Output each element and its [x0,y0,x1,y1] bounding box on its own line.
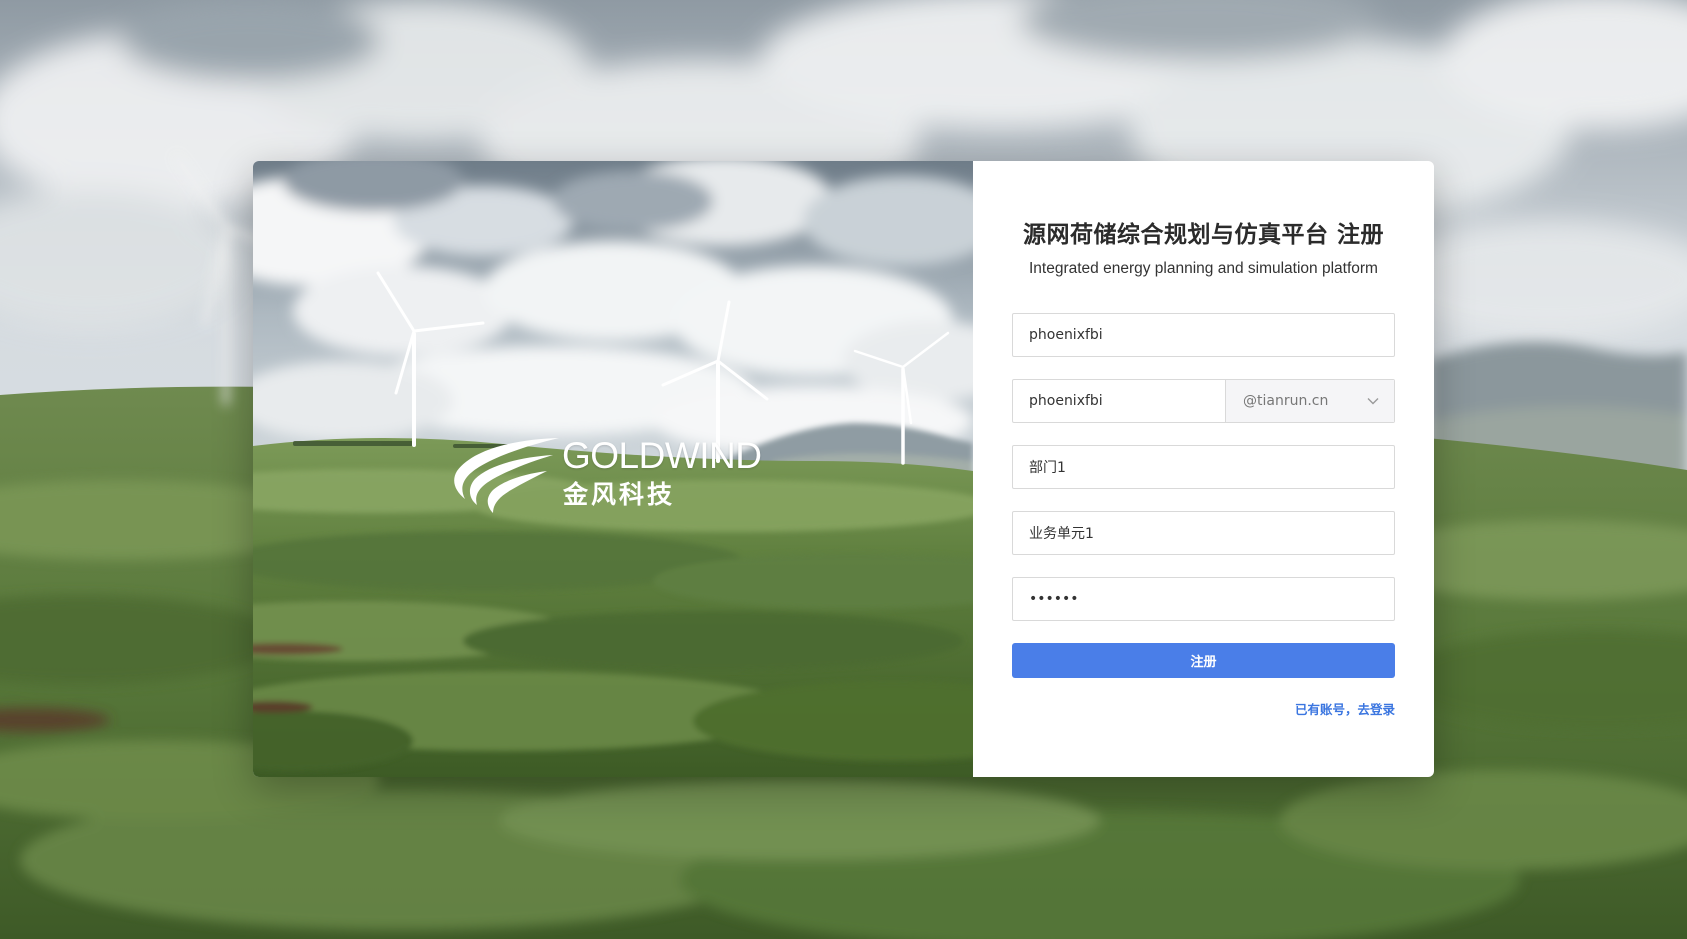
email-field: @tianrun.cn [1012,379,1395,423]
email-user-input[interactable] [1013,380,1225,422]
page-subtitle: Integrated energy planning and simulatio… [1029,260,1378,277]
email-domain-select[interactable]: @tianrun.cn [1226,380,1394,422]
brand-name-cn: 金风科技 [563,480,676,509]
register-form-panel: 源网荷储综合规划与仿真平台 注册 Integrated energy plann… [973,161,1434,777]
hero-image: GOLDWIND 金风科技 [253,161,973,777]
username-input[interactable] [1013,314,1394,356]
chevron-down-icon [1366,394,1380,408]
password-field [1012,577,1395,621]
username-field [1012,313,1395,357]
business-unit-field [1012,511,1395,555]
business-unit-input[interactable] [1013,512,1394,554]
register-card: GOLDWIND 金风科技 源网荷储综合规划与仿真平台 注册 Integrate… [253,161,1434,777]
goldwind-logo: GOLDWIND 金风科技 [449,433,779,513]
page-title: 源网荷储综合规划与仿真平台 注册 [1022,222,1384,248]
department-field [1012,445,1395,489]
goldwind-swoosh-icon [454,438,559,513]
login-link[interactable]: 已有账号，去登录 [1295,699,1395,718]
password-input[interactable] [1013,578,1394,620]
email-user-wrapper [1013,380,1226,422]
email-domain-value: @tianrun.cn [1243,393,1329,409]
department-input[interactable] [1013,446,1394,488]
brand-name-en: GOLDWIND [562,435,762,476]
register-button[interactable]: 注册 [1012,643,1395,678]
